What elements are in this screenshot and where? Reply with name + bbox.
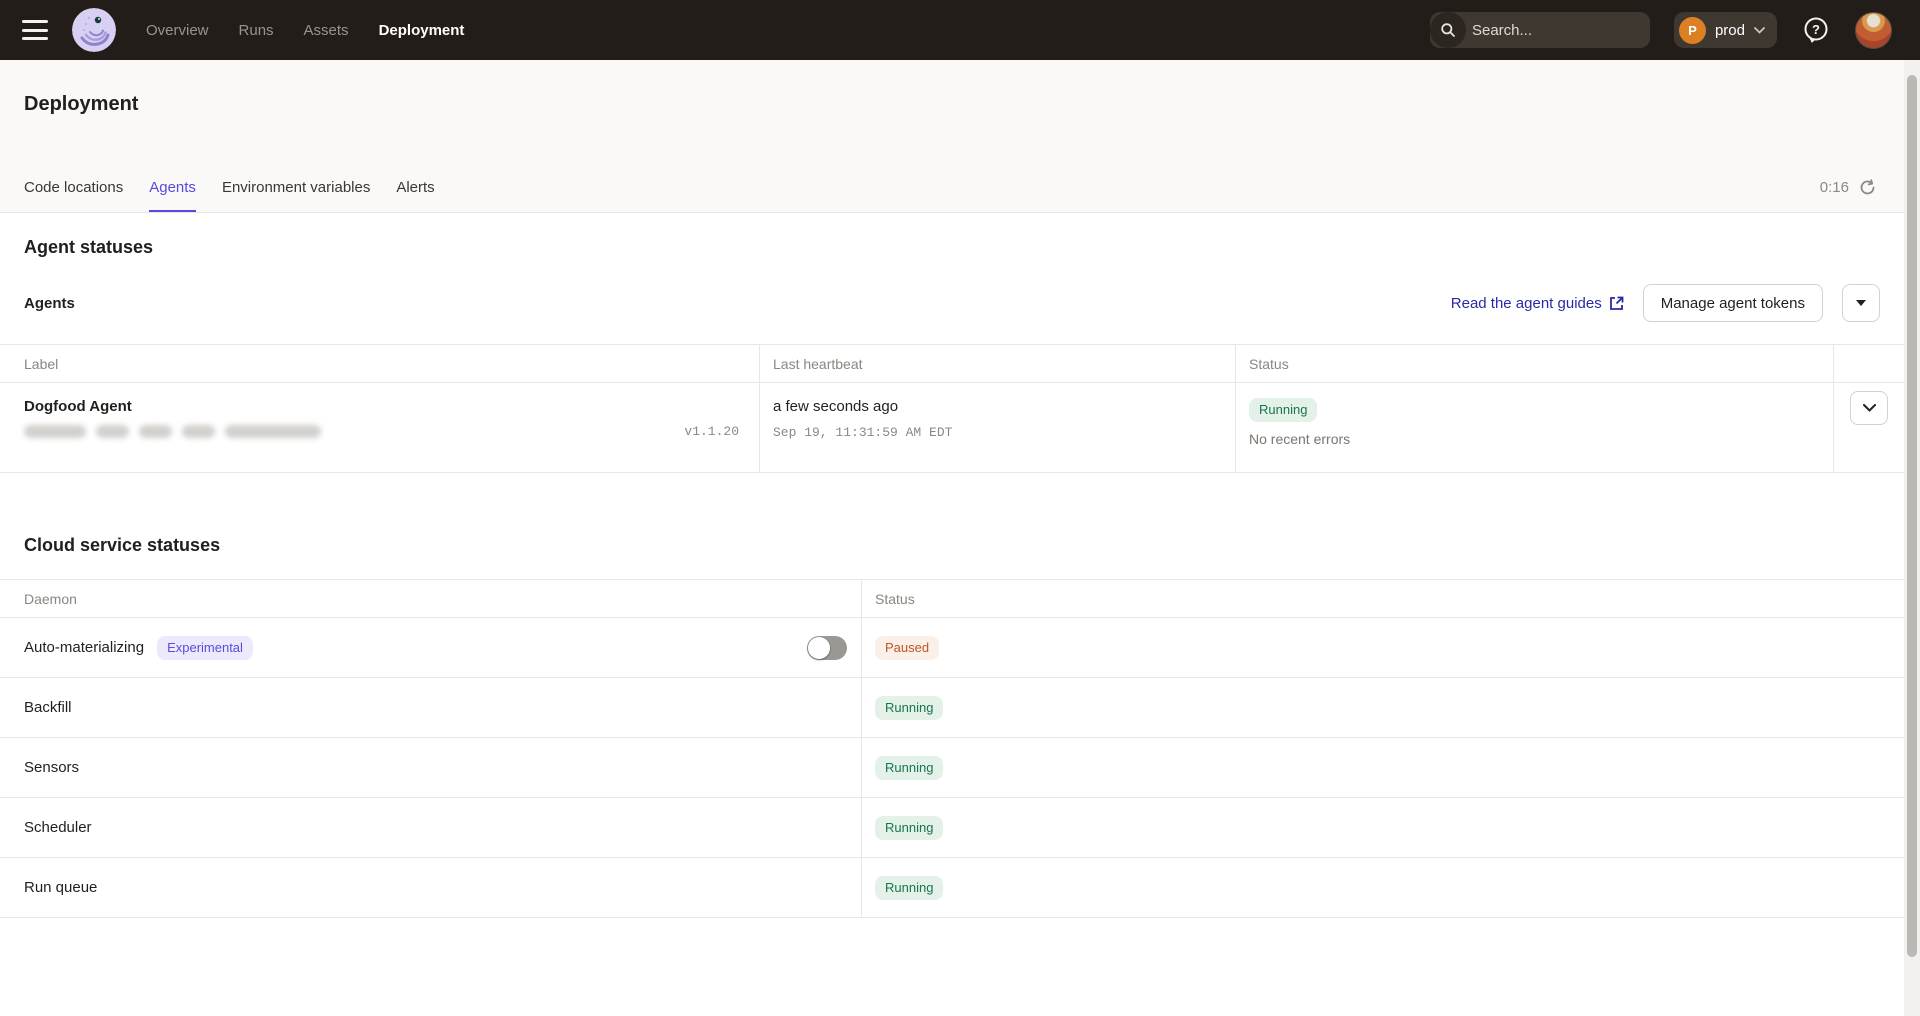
column-header-label: Label	[0, 345, 760, 383]
refresh-timer: 0:16	[1820, 179, 1849, 196]
dagster-logo[interactable]	[72, 8, 116, 52]
daemon-row-scheduler: Scheduler	[0, 798, 862, 858]
daemon-row-run-queue: Run queue	[0, 858, 862, 918]
agent-row-expand-button[interactable]	[1850, 391, 1888, 425]
daemon-name: Backfill	[24, 699, 72, 716]
column-header-daemon-status: Status	[862, 580, 1904, 618]
page-header: Deployment Code locations Agents Environ…	[0, 60, 1920, 213]
column-header-actions	[1834, 345, 1904, 383]
daemon-row-backfill: Backfill	[0, 678, 862, 738]
org-switcher[interactable]: P prod	[1674, 12, 1777, 48]
tab-code-locations[interactable]: Code locations	[24, 179, 123, 212]
svg-text:?: ?	[1812, 22, 1820, 37]
daemon-name: Sensors	[24, 759, 79, 776]
cloud-service-statuses-heading: Cloud service statuses	[0, 535, 1904, 556]
agents-subheading: Agents	[24, 295, 75, 312]
daemon-name: Scheduler	[24, 819, 92, 836]
nav-assets[interactable]: Assets	[304, 22, 349, 39]
agent-guides-link-label: Read the agent guides	[1451, 295, 1602, 312]
daemon-status-badge: Running	[875, 816, 943, 840]
menu-icon[interactable]	[22, 20, 48, 40]
agent-guides-link[interactable]: Read the agent guides	[1451, 295, 1624, 312]
search-input[interactable]	[1466, 22, 1650, 39]
agent-name: Dogfood Agent	[24, 398, 739, 415]
org-avatar: P	[1679, 17, 1706, 44]
daemon-status-cell: Running	[862, 678, 1904, 738]
agent-row-status-cell: Running No recent errors	[1236, 383, 1834, 473]
daemon-name: Auto-materializing	[24, 639, 144, 656]
daemon-name: Run queue	[24, 879, 97, 896]
nav-overview[interactable]: Overview	[146, 22, 209, 39]
search-box[interactable]: /	[1430, 12, 1650, 48]
chevron-down-icon	[1754, 27, 1765, 34]
experimental-badge: Experimental	[157, 636, 253, 660]
search-icon	[1430, 12, 1466, 48]
agent-id-redacted	[24, 425, 321, 438]
daemon-status-badge: Running	[875, 756, 943, 780]
heartbeat-timestamp: Sep 19, 11:31:59 AM EDT	[773, 425, 1235, 440]
external-link-icon	[1609, 296, 1624, 311]
daemon-status-cell: Running	[862, 858, 1904, 918]
auto-materializing-toggle[interactable]	[807, 636, 847, 660]
agent-row-heartbeat-cell: a few seconds ago Sep 19, 11:31:59 AM ED…	[760, 383, 1236, 473]
agent-errors-text: No recent errors	[1249, 431, 1350, 447]
tab-alerts[interactable]: Alerts	[396, 179, 434, 212]
agent-row-label-cell: Dogfood Agent v1.1.20	[0, 383, 760, 473]
dropdown-caret-icon	[1856, 300, 1866, 306]
tab-bar: Code locations Agents Environment variab…	[24, 179, 435, 212]
refresh-icon[interactable]	[1859, 179, 1876, 196]
scrollbar-thumb[interactable]	[1907, 75, 1917, 957]
row-expand-chevron-icon	[1863, 404, 1876, 412]
user-avatar[interactable]	[1855, 12, 1892, 49]
main-content: Agent statuses Agents Read the agent gui…	[0, 213, 1904, 918]
column-header-last-heartbeat: Last heartbeat	[760, 345, 1236, 383]
page-title: Deployment	[0, 60, 1920, 116]
agent-row-actions-cell	[1834, 383, 1904, 473]
nav-runs[interactable]: Runs	[239, 22, 274, 39]
daemon-status-cell: Running	[862, 738, 1904, 798]
top-nav: Overview Runs Assets Deployment / P prod	[0, 0, 1920, 60]
agent-status-badge: Running	[1249, 398, 1317, 422]
org-name: prod	[1715, 22, 1745, 39]
primary-nav: Overview Runs Assets Deployment	[146, 22, 464, 39]
heartbeat-relative: a few seconds ago	[773, 398, 1235, 415]
daemon-status-badge: Running	[875, 876, 943, 900]
daemon-row-sensors: Sensors	[0, 738, 862, 798]
daemon-row-auto-materializing: Auto-materializing Experimental	[0, 618, 862, 678]
scrollbar-track[interactable]	[1904, 60, 1920, 1016]
help-icon[interactable]: ?	[1801, 15, 1831, 45]
agent-version: v1.1.20	[684, 424, 739, 439]
agent-actions-dropdown-button[interactable]	[1842, 284, 1880, 322]
tab-agents[interactable]: Agents	[149, 179, 196, 212]
agent-statuses-heading: Agent statuses	[0, 213, 1904, 258]
agents-table: Label Last heartbeat Status Dogfood Agen…	[0, 344, 1904, 473]
column-header-daemon: Daemon	[0, 580, 862, 618]
column-header-status: Status	[1236, 345, 1834, 383]
daemon-status-badge: Running	[875, 696, 943, 720]
manage-agent-tokens-button[interactable]: Manage agent tokens	[1643, 284, 1823, 322]
cloud-services-table: Daemon Status Auto-materializing Experim…	[0, 579, 1904, 918]
daemon-status-cell: Running	[862, 798, 1904, 858]
daemon-status-badge: Paused	[875, 636, 939, 660]
daemon-status-cell: Paused	[862, 618, 1904, 678]
nav-deployment[interactable]: Deployment	[379, 22, 465, 39]
tab-environment-variables[interactable]: Environment variables	[222, 179, 370, 212]
